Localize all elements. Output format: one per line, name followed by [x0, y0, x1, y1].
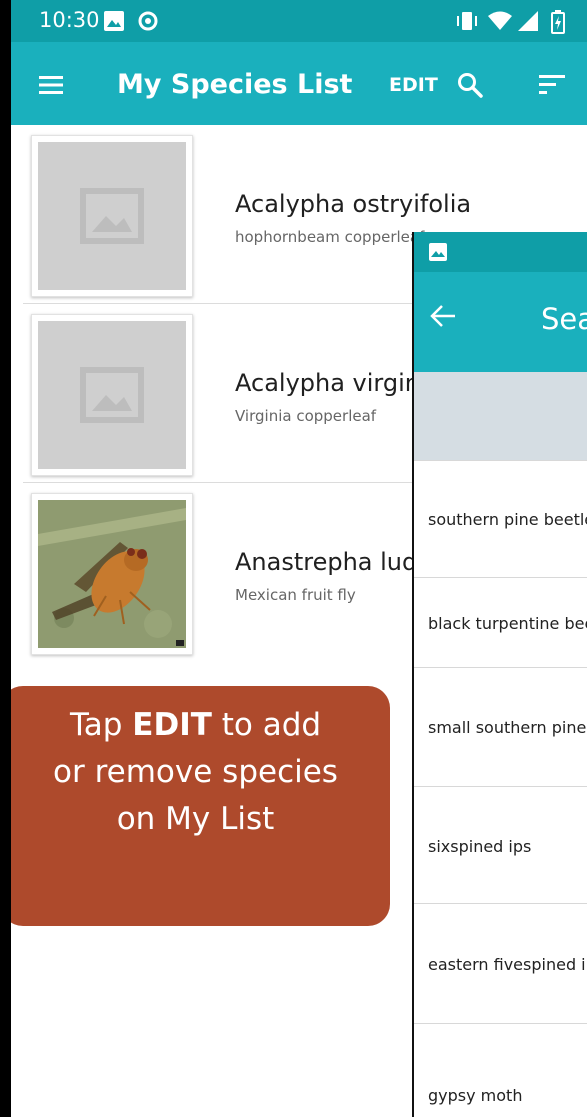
menu-icon[interactable] [39, 76, 63, 94]
image-placeholder [38, 142, 186, 290]
app-bar: My Species List EDIT [11, 42, 587, 125]
species-thumbnail [31, 314, 193, 476]
fruit-fly-photo [38, 500, 186, 648]
search-title: Search [541, 302, 587, 336]
phone-screen: 10:30 My Species List EDIT Acalypha ostr… [11, 0, 587, 1117]
callout-line-1: Tap EDIT to add [69, 707, 322, 743]
common-name: Virginia copperleaf [235, 407, 377, 425]
list-item[interactable]: black turpentine beetle [414, 577, 587, 668]
gallery-notification-icon [429, 243, 447, 261]
common-name: Mexican fruit fly [235, 586, 356, 604]
edit-button[interactable]: EDIT [389, 74, 438, 96]
list-item[interactable]: southern pine beetle [414, 460, 587, 578]
scientific-name: Acalypha ostryifolia [235, 190, 472, 218]
species-thumbnail [31, 493, 193, 655]
image-placeholder-icon [80, 367, 144, 423]
battery-icon [551, 10, 565, 34]
species-thumbnail [31, 135, 193, 297]
preview-app-bar: Search [414, 272, 587, 372]
cell-signal-icon [518, 11, 538, 31]
page-title: My Species List [117, 69, 353, 100]
list-item[interactable]: small southern pine engraver [414, 667, 587, 787]
search-icon[interactable] [457, 72, 483, 98]
list-item-label: sixspined ips [428, 837, 532, 856]
tutorial-callout: Tap EDIT to add or remove species on My … [11, 686, 390, 926]
gallery-notification-icon [104, 11, 124, 31]
preview-status-bar [414, 232, 587, 272]
wifi-icon [488, 11, 512, 30]
vibrate-icon [457, 12, 477, 30]
status-bar: 10:30 [11, 0, 587, 42]
image-placeholder [38, 321, 186, 469]
status-time: 10:30 [39, 8, 100, 32]
search-input-area[interactable] [414, 372, 587, 460]
species-photo [38, 500, 186, 648]
list-item-label: southern pine beetle [428, 510, 587, 529]
list-item-label: black turpentine beetle [428, 614, 587, 633]
callout-line-2: or remove species [53, 754, 338, 790]
callout-line-3: on My List [116, 801, 275, 837]
list-item-label: gypsy moth [428, 1086, 523, 1105]
list-item[interactable]: sixspined ips [414, 786, 587, 904]
back-arrow-icon[interactable] [430, 304, 456, 328]
list-item[interactable]: eastern fivespined ips [414, 903, 587, 1024]
search-screen-preview: Search southern pine beetle black turpen… [412, 232, 587, 1117]
common-name: hophornbeam copperleaf [235, 228, 425, 246]
list-item-label: small southern pine engraver [428, 718, 587, 737]
sort-icon[interactable] [539, 75, 565, 95]
image-placeholder-icon [80, 188, 144, 244]
list-item-label: eastern fivespined ips [428, 955, 587, 974]
sync-notification-icon [138, 11, 158, 31]
list-item[interactable]: gypsy moth [414, 1023, 587, 1117]
